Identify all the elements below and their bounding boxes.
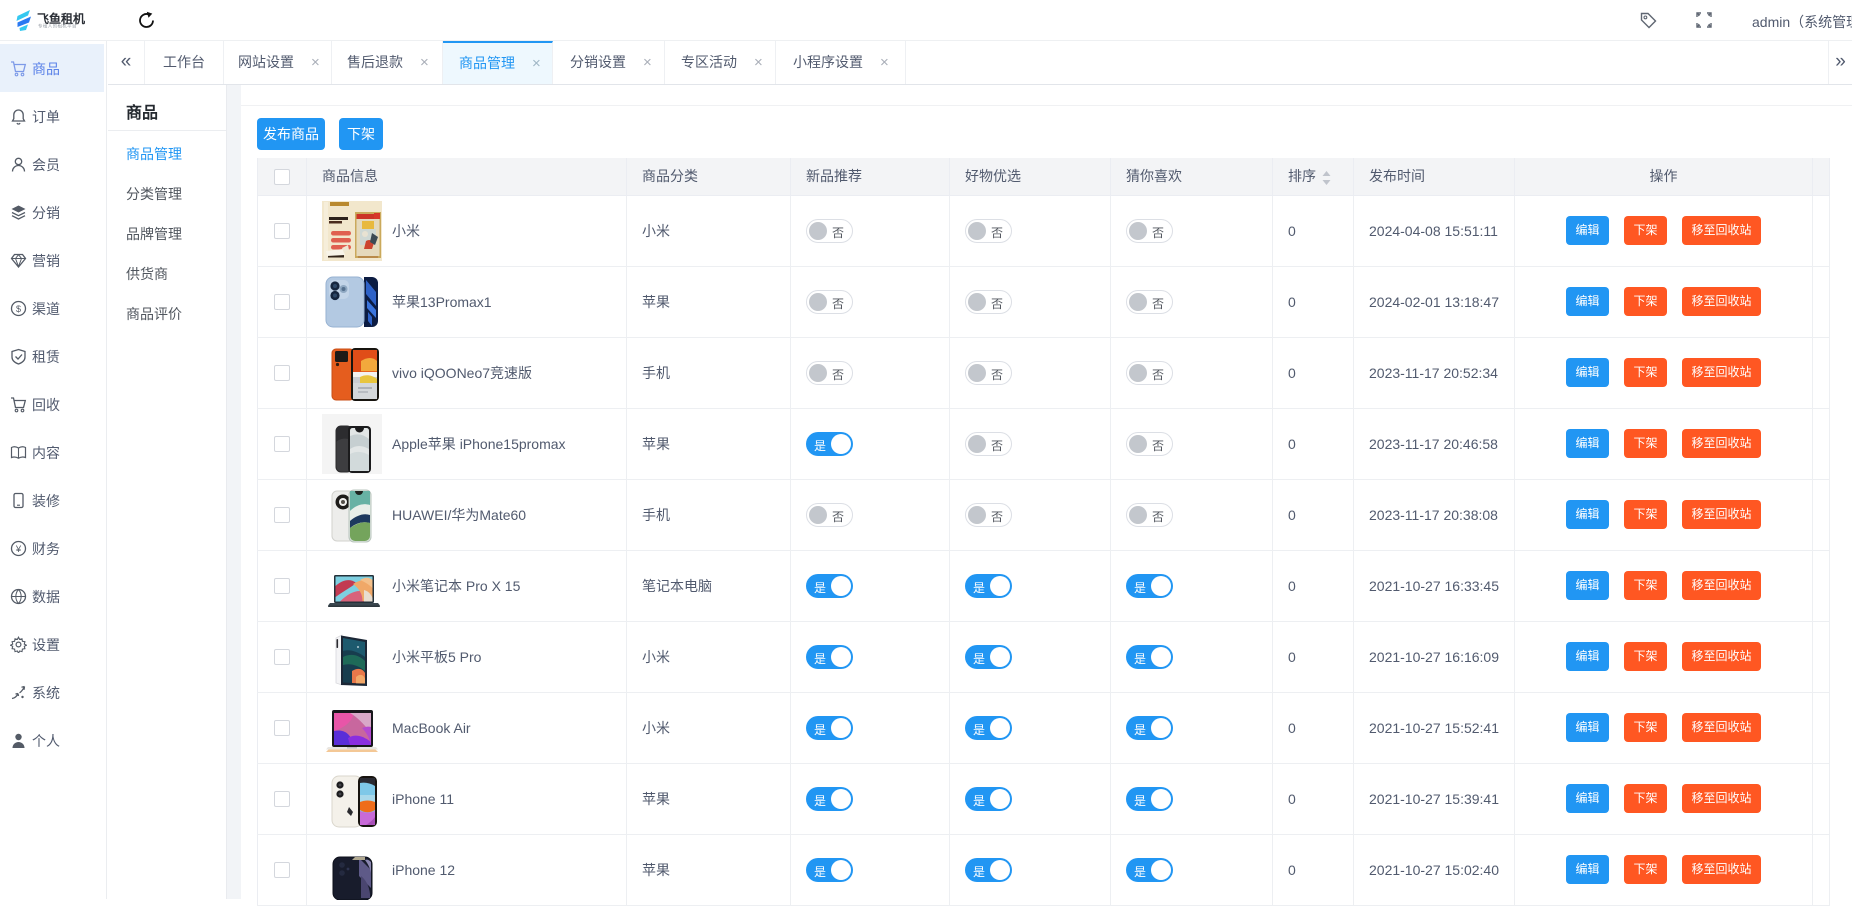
svg-text:¥: ¥ xyxy=(15,544,22,555)
svg-text:$: $ xyxy=(16,304,21,314)
